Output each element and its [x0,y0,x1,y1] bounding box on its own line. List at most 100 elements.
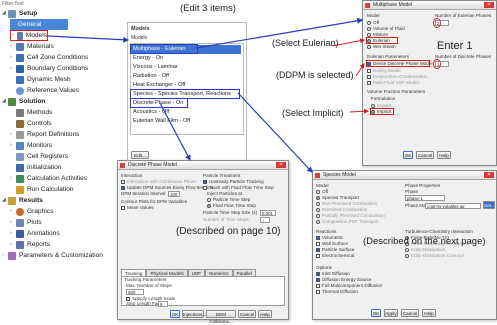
step-len-field[interactable]: 5 [158,301,168,307]
inlet-diffusion-check[interactable]: Inlet Diffusion [316,271,350,276]
model-item-energy[interactable]: Energy - On [131,54,241,63]
tree-plots[interactable]: › Plots [10,217,42,228]
thermal-diffusion-check[interactable]: Thermal Diffusion [316,289,358,294]
sp-opt-nonpremixed[interactable]: Non-Premixed Combustion [316,201,377,206]
tci-opt-edc[interactable]: Eddy-Dissipation Concept [405,253,464,258]
window-icon [120,163,125,168]
tree-reports[interactable]: › Reports [10,239,50,250]
num-steps-field[interactable]: 1 [260,217,270,223]
tree-params[interactable]: › Parameters & Customization [2,250,103,261]
tree-cell-registers[interactable]: Cell Registers [10,151,68,162]
dpm-iter-field[interactable]: 100 [168,191,180,197]
model-item-acoustics[interactable]: Acoustics - Off [131,108,241,117]
tree-methods[interactable]: Methods [10,107,52,118]
tree-run-calc[interactable]: Run Calculation [10,184,74,195]
wall-surface-check[interactable]: Wall Surface [316,241,348,246]
step-size-field[interactable]: 0.001 [260,210,276,216]
tree-reference-values[interactable]: Reference Values [10,85,79,96]
models-subtitle: Models [131,35,148,41]
mp-cancel-button[interactable]: Cancel [416,151,434,159]
mp-help-button[interactable]: Help [437,151,451,159]
tab-physical-models[interactable]: Physical Models [146,269,188,276]
sp-cancel-button[interactable]: Cancel [401,309,419,317]
tree-monitors[interactable]: › Monitors [10,140,52,151]
tree-boundary[interactable]: › Boundary Conditions [10,63,88,74]
close-icon[interactable]: ✕ [484,172,494,178]
tci-opt-eddy[interactable]: Eddy-Dissipation [405,247,445,252]
evaporation-check[interactable]: Evaporation-Condensation [367,74,427,79]
sp-ok-button[interactable]: OK [371,309,381,317]
full-multicomp-check[interactable]: Full Multicomponent Diffusion [316,283,382,288]
tree-general[interactable]: General [10,19,68,30]
models-icon [16,31,23,40]
mp-ok-button[interactable]: OK [403,151,413,159]
species-set-button[interactable]: Set... [483,201,495,209]
models-edit-button[interactable]: Edit... [131,151,149,159]
highlight-dense-dpm [366,60,430,67]
tree-solution[interactable]: ◢ Solution [2,96,45,107]
tree-graphics[interactable]: › Graphics [10,206,53,217]
phase-select[interactable]: phase-1 [405,195,445,201]
fluid-time-radio[interactable]: Fluid Flow Time Step [207,203,256,208]
boiling-check[interactable]: Boiling Model [367,68,401,73]
dpm-ok-button[interactable]: OK [170,310,180,318]
sp-opt-premixed[interactable]: Premixed Combustion [316,207,367,212]
mp-opt-vof[interactable]: Volume of Fluid [367,26,405,31]
dpm-update-check[interactable]: Update DPM Sources Every Flow Iteration [121,185,213,190]
tab-numerics[interactable]: Numerics [205,269,233,276]
mixture-select[interactable]: coal-hv-volatiles-air [425,203,481,209]
tab-tracking[interactable]: Tracking [121,269,147,276]
tab-udf[interactable]: UDF [187,269,206,276]
diffusion-energy-check[interactable]: Diffusion Energy Source [316,277,371,282]
tree-cell-zone[interactable]: › Cell Zone Conditions [10,52,88,63]
annotation-edit-items: (Edit 3 items) [180,3,236,14]
max-steps-field[interactable]: 500 [126,289,144,295]
volumetric-check[interactable]: Volumetric [316,235,343,240]
tree-results[interactable]: ◢ Results [2,195,43,206]
sp-opt-partially[interactable]: Partially Premixed Combustion [316,213,385,218]
close-icon[interactable]: ✕ [484,2,494,8]
sp-apply-button[interactable]: Apply [384,309,398,317]
tree-models[interactable]: › Models [10,30,48,41]
dpm-injections-button[interactable]: Injections... [182,310,206,318]
tree-calc-activities[interactable]: › Calculation Activities [10,173,87,184]
sp-help-button[interactable]: Help [422,309,436,317]
max-steps-label: Max. Number of Steps [126,283,172,288]
sp-opt-off[interactable]: Off [316,189,328,194]
mean-values-check[interactable]: Mean Values [121,205,153,210]
tree-report-definitions[interactable]: › Report Definitions [10,129,79,140]
tree-animations[interactable]: › Animations [10,228,60,239]
eulerian-params-label: Eulerian Parameters [367,54,409,59]
results-icon [8,196,16,205]
unsteady-check[interactable]: Unsteady Particle Tracking [203,179,264,184]
tree-dynamic-mesh[interactable]: Dynamic Mesh [10,74,71,85]
electrochemical-check[interactable]: Electrochemical [316,253,354,258]
dpm-help-button[interactable]: Help [258,310,272,318]
model-item-viscous[interactable]: Viscous - Laminar [131,63,241,72]
dpm-dem-button[interactable]: DEM Collisions... [206,310,236,324]
mp-opt-off[interactable]: Off [367,20,379,25]
mp-opt-wet-steam[interactable]: Wet Steam [367,44,396,49]
model-item-wall-film[interactable]: Eulerian Wall Film - Off [131,117,241,126]
tree-controls[interactable]: Controls [10,118,52,129]
models-panel-title: Models [131,26,150,32]
tree-initialization[interactable]: Initialization [10,162,61,173]
formulation-label: Formulation [371,96,396,101]
sp-opt-transport[interactable]: Species Transport [316,195,359,200]
close-icon[interactable]: ✕ [276,162,286,168]
track-fluid-check[interactable]: Track with Fluid Flow Time Step [203,185,274,190]
dpm-interaction-check[interactable]: Interaction with Continuous Phase [121,179,197,184]
filter-label: Filter Text [2,1,24,7]
dpm-iter-label: DPM Iteration Interval [121,191,166,196]
particle-surface-check[interactable]: Particle Surface [316,247,354,252]
sp-opt-pdf[interactable]: Composition PDF Transport [316,219,379,224]
model-item-radiation[interactable]: Radiation - Off [131,72,241,81]
animations-icon [16,229,24,238]
multifluid-check[interactable]: Multi-Fluid VOF Model [367,80,419,85]
particle-time-radio[interactable]: Particle Time Step [207,197,250,202]
tree-materials[interactable]: › Materials [10,41,54,52]
dpm-cancel-button[interactable]: Cancel [238,310,256,318]
tab-parallel[interactable]: Parallel [232,269,256,276]
tree-setup[interactable]: ◢ Setup [2,8,37,19]
species-model-label: Model [316,183,329,188]
